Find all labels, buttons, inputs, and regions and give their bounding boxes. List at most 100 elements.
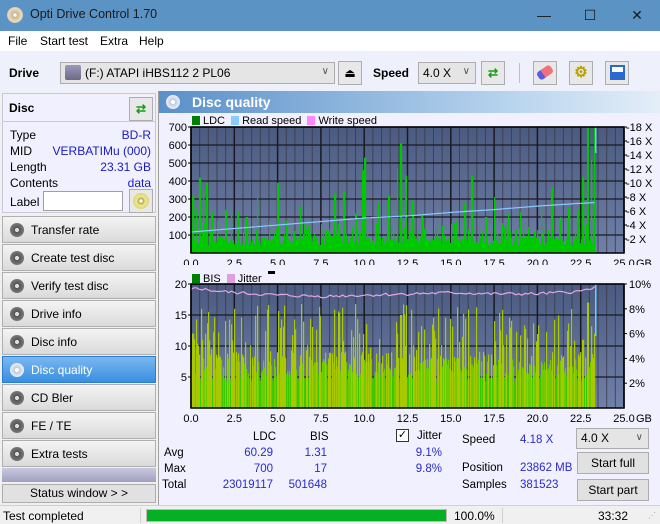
disc-icon [133,193,149,209]
nav-disc-quality[interactable]: Disc quality [2,356,156,383]
toolbar: Drive (F:) ATAPI iHBS112 2 PL06 ∨ ⏏ Spee… [0,51,660,91]
status-window-button[interactable]: Status window > > [2,484,156,503]
jitter-checkbox[interactable]: ✓ [396,429,409,442]
menu-start-test[interactable]: Start test [40,34,88,48]
x-tick-label: 5.0 [270,258,285,265]
close-button[interactable]: ✕ [614,0,660,31]
resize-grip-icon[interactable]: ⋰ [648,511,656,520]
y2-tick-label: 2% [629,378,645,390]
start-part-button[interactable]: Start part [577,479,649,501]
speed-select[interactable]: 4.0 X ∨ [418,62,476,84]
nav-label: CD Bler [31,391,74,405]
minimize-button[interactable]: — [521,0,567,31]
length-value: 23.31 GB [100,160,151,174]
max-ldc: 700 [253,463,273,475]
x-tick-label: 17.5 [483,413,504,423]
progress-text: 100.0% [454,509,495,523]
x-tick-label: 2.5 [227,413,242,423]
bis-chart: 5 10 15 20 2% 4% 6% 8% 10% 0.0 2.5 5.0 7.5 10.0 12.5 15… [175,279,652,423]
erase-button[interactable] [533,61,557,85]
jitter-max: 9.8% [415,463,442,475]
x-tick-label: 10.0 [353,258,374,265]
refresh-button[interactable]: ⇄ [481,61,505,85]
samples-value: 381523 [520,479,559,491]
samples-label: Samples [462,479,507,491]
panel-header: Disc quality [159,91,660,113]
y-tick-label: 500 [169,158,187,170]
x-tick-label: 7.5 [313,413,328,423]
nav-extra-tests[interactable]: Extra tests [2,440,156,467]
bis-bar [594,333,596,408]
eject-button[interactable]: ⏏ [338,61,362,85]
test-speed-select[interactable]: 4.0 X ∨ [576,428,649,449]
drive-select[interactable]: (F:) ATAPI iHBS112 2 PL06 ∨ [60,62,335,84]
floppy-disk-icon [609,65,625,80]
chevron-down-icon: ∨ [635,432,643,443]
nav-label: Disc info [31,335,78,349]
transfer-rate-icon [10,223,24,237]
label-disc-button[interactable] [129,189,153,213]
x-tick-label: 20.0 [527,413,548,423]
chevron-down-icon: ∨ [321,66,329,77]
x-tick-label: 15.0 [440,258,461,265]
disc-info-panel: Disc ⇄ Type BD-R MID VERBATIMu (000) Len… [2,93,156,213]
settings-button[interactable]: ⚙ [569,61,593,85]
menu-help[interactable]: Help [139,34,164,48]
y-tick-label: 10 [175,341,187,353]
menu-file[interactable]: File [8,34,27,48]
total-ldc: 23019117 [222,479,273,491]
nav-transfer-rate[interactable]: Transfer rate [2,216,156,243]
nav-drive-info[interactable]: Drive info [2,300,156,327]
label-input[interactable] [43,191,123,211]
nav-label: Transfer rate [31,223,100,237]
fe-te-icon [10,419,24,433]
speed-label: Speed [462,434,496,446]
nav-verify-test-disc[interactable]: Verify test disc [2,272,156,299]
x-axis-unit: GB [636,258,652,265]
progress-bar [146,509,447,522]
nav-create-test-disc[interactable]: Create test disc [2,244,156,271]
type-value: BD-R [121,128,151,142]
toolbar-separator [519,63,520,83]
checkmark-icon: ✓ [397,429,408,441]
y-tick-label: 200 [169,212,187,224]
y-tick-label: 20 [175,279,187,291]
contents-value: data [127,176,151,190]
x-tick-label: 22.5 [570,413,591,423]
nav-cd-bler[interactable]: CD Bler [2,384,156,411]
disc-refresh-button[interactable]: ⇄ [129,97,153,121]
start-full-button[interactable]: Start full [577,452,649,474]
chevron-down-icon: ∨ [462,66,470,77]
label-label: Label [10,195,40,209]
speed-value: 4.0 X [423,66,452,80]
menu-extra[interactable]: Extra [100,34,128,48]
refresh-arrows-icon: ⇄ [135,102,147,116]
mid-value: VERBATIMu (000) [52,144,151,158]
y2-tick-label: 4% [629,353,645,365]
verify-disc-icon [10,279,24,293]
speed-value: 4.18 X [520,434,554,446]
disc-quality-icon [10,363,24,377]
status-text: Test completed [3,509,84,523]
cd-bler-icon [10,391,24,405]
avg-label: Avg [164,447,184,459]
elapsed-time: 33:32 [597,509,628,523]
y2-tick-label: -10 X [626,178,653,190]
nav-label: Create test disc [31,251,115,265]
avg-bis: 1.31 [304,447,327,459]
position-value: 23862 MB [520,462,573,474]
nav-fe-te[interactable]: FE / TE [2,412,156,439]
legend-marker [267,271,275,274]
maximize-button[interactable]: ☐ [567,0,613,31]
sidebar: Disc ⇄ Type BD-R MID VERBATIMu (000) Len… [0,91,158,505]
save-button[interactable] [605,61,629,85]
mid-label: MID [10,144,32,158]
x-axis-unit: GB [636,413,652,423]
max-bis: 17 [314,463,327,475]
refresh-arrows-icon: ⇄ [487,66,499,80]
extra-tests-icon [10,447,24,461]
ldc-bar [591,159,593,253]
y2-tick-label: -16 X [626,136,653,148]
nav-disc-info[interactable]: Disc info [2,328,156,355]
col-ldc-header: LDC [253,431,277,443]
